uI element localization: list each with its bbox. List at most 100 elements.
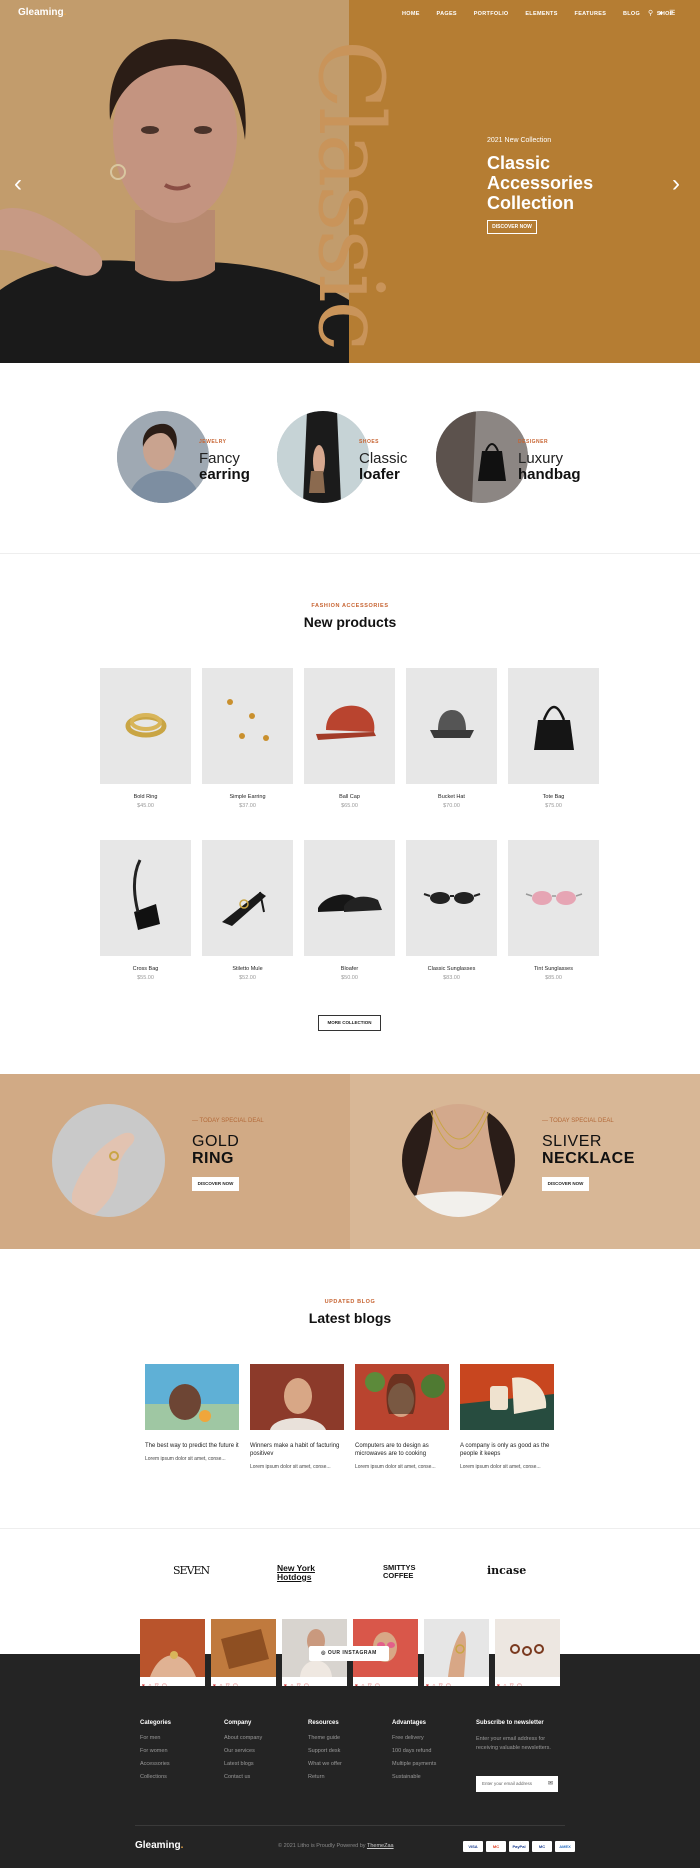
product-card[interactable]: Bucket Hat $70.00 (406, 668, 497, 809)
prev-slide-icon[interactable]: ‹ (14, 172, 22, 196)
product-name: Tint Sunglasses (534, 966, 573, 972)
footer-newsletter: Subscribe to newsletter Enter your email… (476, 1720, 561, 1753)
hero-vertical-word: Classic (298, 40, 403, 349)
footer-link[interactable]: Free delivery (392, 1735, 436, 1741)
footer-link[interactable]: For men (140, 1735, 171, 1741)
blog-card[interactable]: Computers are to design as microwaves ar… (355, 1364, 449, 1470)
footer-link[interactable]: About company (224, 1735, 262, 1741)
brand-logo[interactable]: New York Hotdogs (277, 1564, 327, 1582)
amex-icon: AMEX (555, 1841, 575, 1852)
blog-image (145, 1364, 239, 1430)
product-price: $55.00 (137, 975, 154, 981)
nav-menu: HOME PAGES PORTFOLIO ELEMENTS FEATURES B… (402, 11, 689, 17)
footer-link[interactable]: Theme guide (308, 1735, 342, 1741)
product-image (100, 668, 191, 784)
next-slide-icon[interactable]: › (672, 172, 680, 196)
product-card[interactable]: Bloafer $50.00 (304, 840, 395, 981)
envelope-icon[interactable]: ✉ (548, 1776, 553, 1792)
product-name: Simple Earring (229, 794, 266, 800)
blog-card-title[interactable]: Computers are to design as microwaves ar… (355, 1442, 449, 1458)
nav-home[interactable]: HOME (402, 11, 420, 17)
nav-pages[interactable]: PAGES (437, 11, 457, 17)
blog-card[interactable]: A company is only as good as the people … (460, 1364, 554, 1470)
category-image (277, 411, 369, 503)
top-navigation: Gleaming. HOME PAGES PORTFOLIO ELEMENTS … (0, 0, 700, 28)
hero-tagline: 2021 New Collection (487, 137, 552, 144)
footer-link[interactable]: Multiple payments (392, 1761, 436, 1767)
blog-card-title[interactable]: A company is only as good as the people … (460, 1442, 554, 1458)
blog-card[interactable]: The best way to predict the future it Lo… (145, 1364, 239, 1462)
product-card[interactable]: Bold Ring $45.00 (100, 668, 191, 809)
brand-logo[interactable]: incase (487, 1564, 526, 1577)
product-card[interactable]: Cross Bag $55.00 (100, 840, 191, 981)
product-price: $85.00 (545, 975, 562, 981)
deal-discover-button[interactable]: DISCOVER NOW (542, 1177, 589, 1191)
newsletter-email-input[interactable]: Enter your email address ✉ (476, 1776, 558, 1792)
nav-icons: ⚲ ● ☰ (648, 9, 675, 17)
footer-logo[interactable]: Gleaming. (135, 1840, 183, 1851)
footer-link[interactable]: Our services (224, 1748, 262, 1754)
footer-link[interactable]: Support desk (308, 1748, 342, 1754)
menu-icon[interactable]: ☰ (669, 10, 675, 17)
category-earring[interactable]: JEWELRY Fancy earring (117, 411, 277, 506)
product-price: $83.00 (443, 975, 460, 981)
blog-card-excerpt: Lorem ipsum dolor sit amet, conse... (460, 1464, 541, 1470)
footer-link[interactable]: Contact us (224, 1774, 262, 1780)
product-image (304, 668, 395, 784)
blog-image (250, 1364, 344, 1430)
deal-discover-button[interactable]: DISCOVER NOW (192, 1177, 239, 1191)
footer-link[interactable]: Collections (140, 1774, 171, 1780)
category-handbag[interactable]: DESIGNER Luxury handbag (436, 411, 596, 506)
category-tag: DESIGNER (518, 439, 549, 445)
hero-discover-button[interactable]: DISCOVER NOW (487, 220, 537, 234)
copyright-link[interactable]: ThemeZaa (367, 1843, 394, 1849)
user-icon[interactable]: ● (659, 10, 663, 17)
product-card[interactable]: Simple Earring $37.00 (202, 668, 293, 809)
footer-link[interactable]: Return (308, 1774, 342, 1780)
footer-link[interactable]: For women (140, 1748, 171, 1754)
footer-link[interactable]: Latest blogs (224, 1761, 262, 1767)
product-price: $37.00 (239, 803, 256, 809)
product-name: Tote Bag (542, 794, 565, 800)
instagram-post[interactable]: ♥ ○ ▽ ▢ (495, 1619, 560, 1686)
product-price: $65.00 (341, 803, 358, 809)
nav-blog[interactable]: BLOG (623, 11, 640, 17)
brand-logo[interactable]: SMITTYS COFFEE (383, 1564, 433, 1580)
nav-elements[interactable]: ELEMENTS (525, 11, 557, 17)
product-name: Bloafer (340, 966, 359, 972)
page: Classic Gleaming. HOME PAGES PORTFOLIO E… (0, 0, 700, 1868)
nav-portfolio[interactable]: PORTFOLIO (474, 11, 509, 17)
visa-icon: VISA (463, 1841, 483, 1852)
footer-link[interactable]: What we offer (308, 1761, 342, 1767)
blog-title: Latest blogs (308, 1310, 392, 1326)
our-instagram-button[interactable]: ◎ OUR INSTAGRAM (309, 1646, 389, 1661)
instagram-post[interactable]: ♥ ○ ▽ ▢ (424, 1619, 489, 1686)
blog-card-title[interactable]: Winners make a habit of facturing positi… (250, 1442, 344, 1458)
product-card[interactable]: Classic Sunglasses $83.00 (406, 840, 497, 981)
blog-card[interactable]: Winners make a habit of facturing positi… (250, 1364, 344, 1470)
product-card[interactable]: Tote Bag $75.00 (508, 668, 599, 809)
newsletter-placeholder: Enter your email address (482, 1781, 533, 1786)
copyright-text: © 2021 Litho is Proudly Powered by (278, 1843, 366, 1849)
footer-link[interactable]: 100 days refund (392, 1748, 436, 1754)
more-collection-button[interactable]: MORE COLLECTION (318, 1015, 381, 1031)
product-card[interactable]: Tint Sunglasses $85.00 (508, 840, 599, 981)
product-image (202, 840, 293, 956)
category-loafer[interactable]: SHOES Classic loafer (277, 411, 437, 506)
nav-features[interactable]: FEATURES (575, 11, 607, 17)
footer-link[interactable]: Sustainable (392, 1774, 436, 1780)
search-icon[interactable]: ⚲ (648, 10, 653, 17)
instagram-post[interactable]: ♥ ○ ▽ ▢ (140, 1619, 205, 1686)
copyright: © 2021 Litho is Proudly Powered by Theme… (278, 1843, 394, 1849)
brand-logo[interactable]: SEVEN (173, 1564, 210, 1577)
instagram-actions: ♥ ○ ▽ ▢ (426, 1683, 452, 1686)
category-image (436, 411, 528, 503)
product-card[interactable]: Stiletto Mule $52.00 (202, 840, 293, 981)
instagram-post[interactable]: ♥ ○ ▽ ▢ (211, 1619, 276, 1686)
footer-link[interactable]: Accessories (140, 1761, 171, 1767)
blog-card-title[interactable]: The best way to predict the future it (145, 1442, 239, 1450)
product-card[interactable]: Ball Cap $65.00 (304, 668, 395, 809)
instagram-actions: ♥ ○ ▽ ▢ (284, 1683, 310, 1686)
section-divider (0, 1528, 700, 1529)
site-logo[interactable]: Gleaming. (18, 7, 66, 18)
